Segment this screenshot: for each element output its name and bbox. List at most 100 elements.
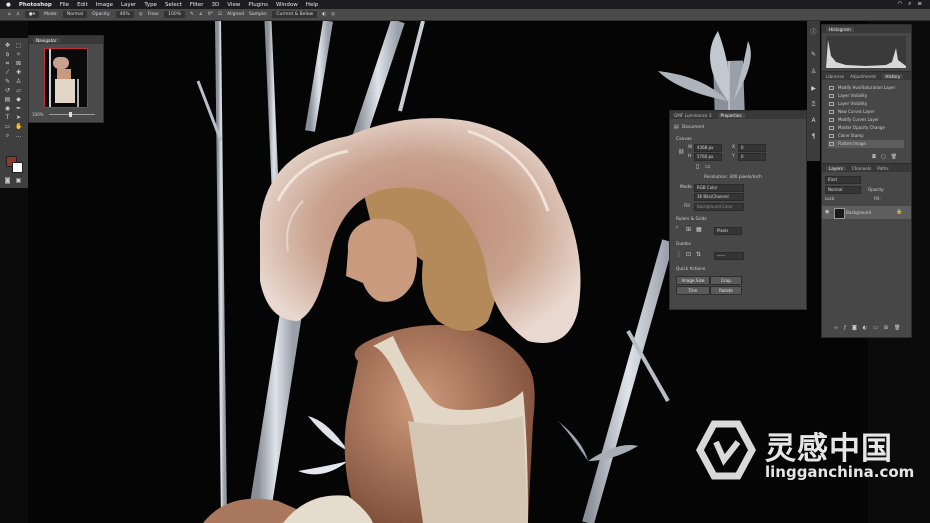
guides-toggle-icon[interactable]: ⋮	[676, 251, 682, 258]
tab-adjustments[interactable]: Adjustments	[850, 74, 876, 79]
gradient-tool-icon[interactable]: ▤	[4, 96, 11, 103]
delete-layer-icon[interactable]: 🗑	[894, 325, 900, 331]
glyphs-icon[interactable]: ⍰	[810, 101, 817, 108]
tab-channels[interactable]: Channels	[852, 166, 871, 171]
menu-view[interactable]: View	[227, 2, 240, 8]
quick-mask-icon[interactable]: ◙	[4, 177, 11, 184]
eyedropper-tool-icon[interactable]: ⁄	[4, 69, 11, 76]
menu-window[interactable]: Window	[276, 2, 298, 8]
history-item[interactable]: Master Opacity Change	[828, 124, 904, 132]
search-icon[interactable]: ⌕	[908, 1, 911, 8]
history-item[interactable]: Modify Hue/Saturation Layer	[828, 84, 904, 92]
snapshot-camera-icon[interactable]: ◘	[872, 154, 876, 160]
sample-select[interactable]: Current & Below	[272, 11, 318, 18]
history-item[interactable]: Clone Stamp	[828, 132, 904, 140]
menu-filter[interactable]: Filter	[190, 2, 204, 8]
actions-play-icon[interactable]: ▶	[810, 85, 817, 92]
clone-source-icon[interactable]: ♙	[810, 68, 817, 75]
tab-properties[interactable]: Properties	[717, 112, 745, 118]
move-tool-icon[interactable]: ✥	[4, 42, 11, 49]
menu-3d[interactable]: 3D	[212, 2, 220, 8]
crop-tool-icon[interactable]: ⌗	[4, 60, 11, 67]
new-group-icon[interactable]: ▭	[873, 325, 878, 331]
apple-icon[interactable]: ●	[6, 2, 11, 8]
airbrush-icon[interactable]: ✎	[190, 12, 194, 17]
paragraph-icon[interactable]: ¶	[810, 133, 817, 140]
flow-field[interactable]: 100%	[164, 11, 186, 18]
tab-paths[interactable]: Paths	[877, 166, 888, 171]
navigator-zoom-slider[interactable]	[49, 114, 95, 115]
add-mask-icon[interactable]: ◙	[852, 325, 857, 331]
canvas-section-header[interactable]: Canvas	[676, 137, 692, 142]
wifi-icon[interactable]: ◠	[897, 1, 902, 8]
menu-image[interactable]: Image	[96, 2, 113, 8]
height-field[interactable]: 5760 px	[694, 153, 722, 161]
screen-mode-icon[interactable]: ▣	[15, 177, 22, 184]
history-item-selected[interactable]: Flatten Image	[828, 140, 904, 148]
dodge-tool-icon[interactable]: ◉	[4, 105, 11, 112]
layer-row-background[interactable]: ◉ Background 🔒	[822, 206, 911, 219]
link-dimensions-icon[interactable]: ⛓	[678, 149, 684, 155]
aligned-checkbox[interactable]: ☑	[218, 12, 222, 17]
navigator-zoom-handle[interactable]	[69, 112, 72, 117]
brush-preset-picker[interactable]: ●▾	[24, 11, 40, 18]
mode-select[interactable]: Normal	[62, 11, 88, 18]
fx-icon[interactable]: ƒ	[844, 325, 846, 331]
menu-app[interactable]: Photoshop	[19, 2, 52, 8]
menu-file[interactable]: File	[60, 2, 69, 8]
ruler-icon[interactable]: ⌜	[676, 226, 679, 233]
ignore-adjustment-icon[interactable]: ◐	[322, 12, 326, 17]
more-tools-icon[interactable]: …	[15, 132, 22, 139]
path-select-tool-icon[interactable]: ➤	[15, 114, 22, 121]
guides-section-header[interactable]: Guides	[676, 242, 691, 247]
opacity-field[interactable]: 40%	[115, 11, 134, 18]
tab-histogram[interactable]: Histogram	[826, 26, 854, 32]
type-tool-icon[interactable]: T	[4, 114, 11, 121]
tab-history[interactable]: History	[882, 73, 904, 79]
info-icon[interactable]: ⓘ	[810, 29, 817, 36]
quick-actions-section-header[interactable]: Quick Actions	[676, 267, 705, 272]
background-color-swatch[interactable]	[12, 162, 23, 173]
color-mode-select[interactable]: RGB Color	[694, 184, 744, 192]
y-field[interactable]: 0	[738, 153, 766, 161]
layer-blend-mode[interactable]: Normal	[825, 186, 861, 194]
bit-depth-select[interactable]: 16 Bits/Channel	[694, 193, 744, 201]
menu-plugins[interactable]: Plugins	[248, 2, 268, 8]
quick-select-tool-icon[interactable]: ✧	[15, 51, 22, 58]
blur-tool-icon[interactable]: ◆	[15, 96, 22, 103]
link-layers-icon[interactable]: ∞	[834, 325, 838, 331]
menu-help[interactable]: Help	[306, 2, 319, 8]
tab-gmf-luminance[interactable]: GMF Luminance 3	[674, 113, 712, 118]
menu-type[interactable]: Type	[144, 2, 157, 8]
angle-field[interactable]: 0°	[208, 12, 213, 17]
history-item[interactable]: Layer Visibility	[828, 100, 904, 108]
marquee-tool-icon[interactable]: ⬚	[15, 42, 22, 49]
rotate-button[interactable]: Rotate	[710, 286, 742, 295]
navigator-thumbnail[interactable]	[44, 48, 88, 108]
tab-navigator[interactable]: Navigator	[33, 37, 60, 43]
new-document-icon[interactable]: ▢	[881, 154, 886, 160]
guides-layout-icon[interactable]: ⇅	[696, 251, 701, 258]
clone-stamp-tool-icon[interactable]: ♙	[16, 12, 20, 17]
character-icon[interactable]: A	[810, 117, 817, 124]
new-layer-icon[interactable]: ⊞	[884, 325, 888, 331]
history-brush-icon[interactable]: ↺	[4, 87, 11, 94]
history-item[interactable]: Layer Visibility	[828, 92, 904, 100]
landscape-orientation-icon[interactable]: ▭	[705, 163, 711, 170]
history-item[interactable]: New Curves Layer	[828, 108, 904, 116]
layer-filter-kind[interactable]: Kind	[825, 176, 861, 184]
control-center-icon[interactable]: ≡	[917, 1, 922, 8]
brush-tool-icon[interactable]: ✎	[4, 78, 11, 85]
eraser-tool-icon[interactable]: ▱	[15, 87, 22, 94]
zoom-tool-icon[interactable]: ⌕	[4, 132, 11, 139]
menu-select[interactable]: Select	[165, 2, 182, 8]
pen-tool-icon[interactable]: ✒	[15, 105, 22, 112]
x-field[interactable]: 0	[738, 144, 766, 152]
menu-edit[interactable]: Edit	[77, 2, 88, 8]
pressure-opacity-icon[interactable]: ◎	[139, 12, 143, 17]
shape-tool-icon[interactable]: ▭	[4, 123, 11, 130]
guide-color-select[interactable]: ——	[714, 252, 744, 260]
guides-lock-icon[interactable]: ⊡	[686, 251, 691, 258]
brush-settings-icon[interactable]: ✎	[810, 51, 817, 58]
trash-icon[interactable]: 🗑	[891, 154, 897, 160]
